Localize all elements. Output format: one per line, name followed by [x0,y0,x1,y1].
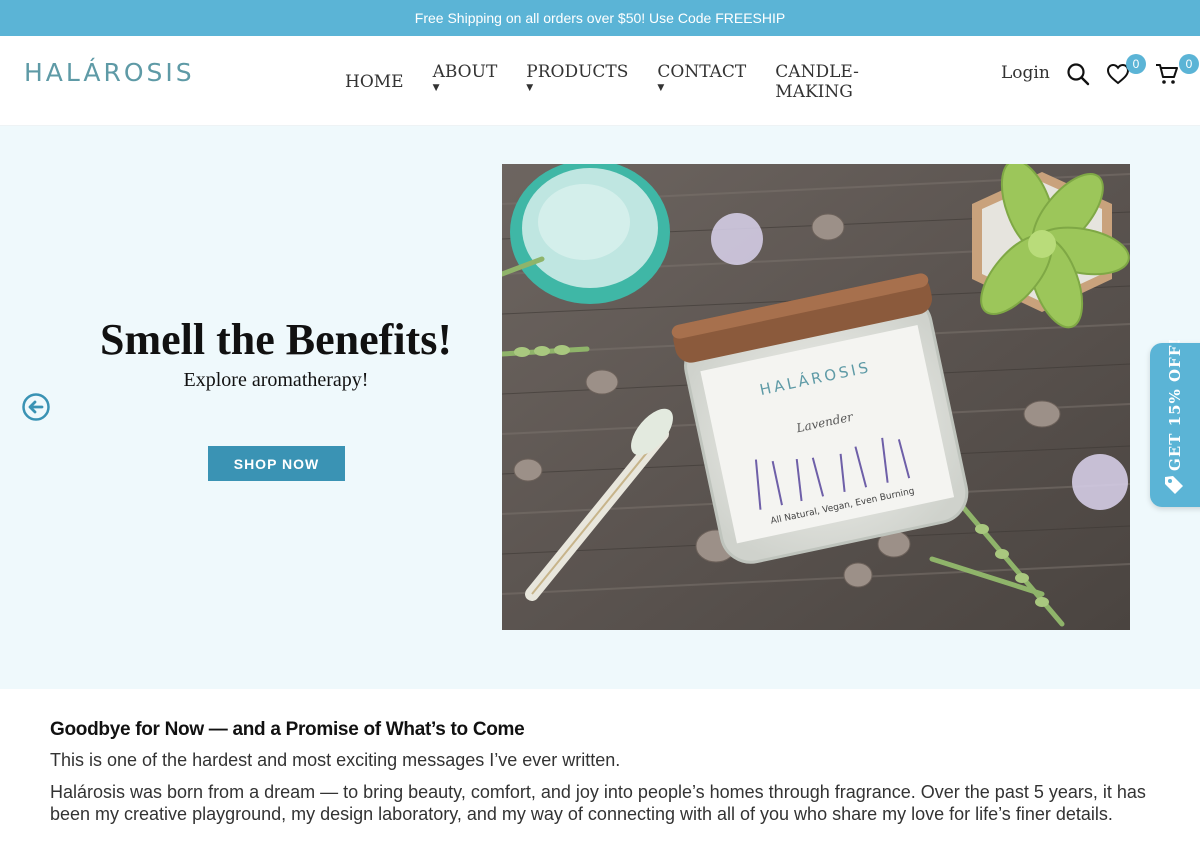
hero-title: Smell the Benefits! [100,315,452,364]
hero-subtitle: Explore aromatherapy! [183,369,369,391]
tag-icon [1162,473,1186,497]
announcement-text: Free Shipping on all orders over $50! Us… [414,10,786,26]
caret-down-icon: ▼ [657,83,665,93]
site-header: HALÁROSIS HOME ABOUT ▼ PRODUCTS ▼ CONTAC… [0,36,1200,126]
cart-count-badge: 0 [1179,54,1199,74]
article-heading: Goodbye for Now — and a Promise of What’… [50,719,525,740]
announcement-bar: Free Shipping on all orders over $50! Us… [0,0,1200,36]
wishlist-count-badge: 0 [1126,54,1146,74]
main-nav: HOME ABOUT ▼ PRODUCTS ▼ CONTACT ▼ CANDLE… [345,62,886,102]
nav-candle-making[interactable]: CANDLE-MAKING [775,62,859,102]
cart-icon[interactable] [1155,62,1179,86]
article-paragraph-1: This is one of the hardest and most exci… [50,750,621,770]
nav-about[interactable]: ABOUT ▼ [433,62,498,102]
nav-contact-label: CONTACT [657,62,747,82]
article-section: Goodbye for Now — and a Promise of What’… [50,719,1160,835]
nav-home-label: HOME [345,72,404,92]
nav-about-label: ABOUT [432,62,498,82]
nav-products-label: PRODUCTS [526,62,629,82]
logo[interactable]: HALÁROSIS [24,58,195,87]
search-icon[interactable] [1066,62,1090,86]
nav-products[interactable]: PRODUCTS ▼ [526,62,628,102]
login-link[interactable]: Login [1001,63,1050,83]
nav-candle-making-label: CANDLE-MAKING [775,62,859,102]
caret-down-icon: ▼ [526,83,534,93]
article-paragraph-2: Halárosis was born from a dream — to bri… [50,782,1146,824]
discount-side-tab[interactable]: GET 15% OFF! [1150,337,1200,507]
nav-contact[interactable]: CONTACT ▼ [657,62,746,102]
hero-product-image[interactable]: HALÁROSIS Lavender All Natural, Vegan, E… [502,164,1130,630]
nav-home[interactable]: HOME [345,72,404,102]
discount-tab-label: GET 15% OFF! [1166,337,1184,471]
caret-down-icon: ▼ [432,83,440,93]
slider-prev-arrow-icon[interactable] [22,393,50,421]
hero-slider: Smell the Benefits! Explore aromatherapy… [0,126,1200,689]
shop-now-button[interactable]: SHOP NOW [208,446,345,481]
